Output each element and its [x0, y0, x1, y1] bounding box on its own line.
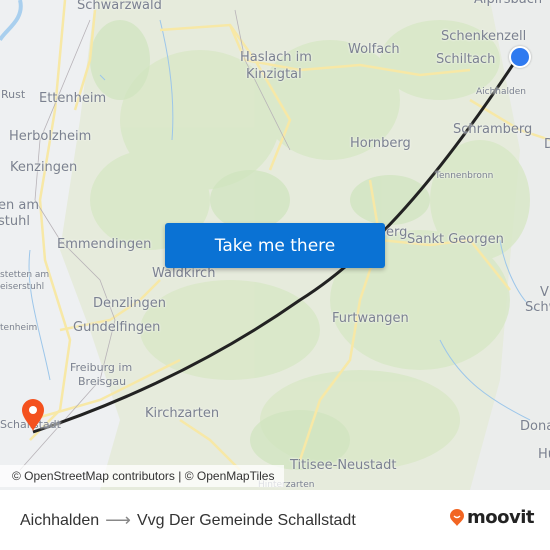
- footer-bar: Aichhalden ⟶ Vvg Der Gemeinde Schallstad…: [0, 490, 550, 550]
- place-label: Wolfach: [348, 42, 400, 57]
- moovit-pin-icon: [450, 508, 464, 526]
- place-label: eiserstuhl: [0, 282, 45, 292]
- place-label: Emmendingen: [57, 237, 152, 252]
- place-label: V: [540, 285, 549, 300]
- place-label: Gundelfingen: [73, 320, 161, 335]
- place-label: Rust: [1, 88, 26, 101]
- place-label: D: [544, 137, 550, 152]
- origin-marker[interactable]: [509, 46, 531, 68]
- place-label: Alpirsbach: [474, 0, 542, 7]
- place-label: Denzlingen: [93, 296, 167, 311]
- place-label: Furtwangen: [332, 311, 409, 326]
- place-label: stetten am: [0, 270, 50, 280]
- place-label: Waldkirch: [152, 266, 216, 281]
- place-label: Herbolzheim: [9, 129, 92, 144]
- place-label: stuhl: [0, 214, 30, 229]
- destination-pin-icon[interactable]: [21, 398, 45, 432]
- destination-name: Vvg Der Gemeinde Schallstadt: [136, 511, 356, 529]
- map-attribution[interactable]: © OpenStreetMap contributors | © OpenMap…: [0, 465, 285, 487]
- place-label: Hu: [538, 447, 550, 462]
- place-label: Hornberg: [350, 136, 411, 151]
- place-label: Ettenheim: [39, 91, 107, 106]
- brand-name: moovit: [467, 507, 535, 528]
- place-label: Schramberg: [453, 122, 533, 137]
- place-label: Schw: [525, 300, 550, 315]
- moovit-logo[interactable]: moovit: [449, 507, 535, 528]
- place-label: Schwarzwald: [77, 0, 162, 13]
- place-label: Freiburg im: [70, 361, 133, 374]
- route-summary: Aichhalden ⟶ Vvg Der Gemeinde Schallstad…: [20, 510, 356, 531]
- place-label: Haslach im: [240, 50, 312, 65]
- origin-name: Aichhalden: [20, 511, 100, 529]
- place-label: Schenkenzell: [441, 29, 527, 44]
- place-label: Aichhalden: [476, 87, 526, 97]
- place-label: erg: [386, 225, 408, 240]
- place-label: Titisee-Neustadt: [290, 458, 397, 473]
- place-label: Sankt Georgen: [407, 232, 504, 247]
- take-me-there-button[interactable]: Take me there: [165, 223, 385, 268]
- place-label: Schiltach: [436, 52, 496, 67]
- place-label: Breisgau: [78, 375, 127, 388]
- place-label: Kirchzarten: [145, 406, 220, 421]
- place-label: en am: [0, 198, 39, 213]
- place-label: Kinzigtal: [246, 67, 302, 82]
- place-label: Tennenbronn: [435, 171, 494, 181]
- place-label: Kenzingen: [10, 160, 78, 175]
- place-label: tenheim: [0, 323, 38, 333]
- place-label: Dona: [520, 419, 550, 434]
- arrow-right-icon: ⟶: [105, 510, 131, 530]
- map-view[interactable]: Schwarzwald Haslach im Kinzigtal Wolfach…: [0, 0, 550, 490]
